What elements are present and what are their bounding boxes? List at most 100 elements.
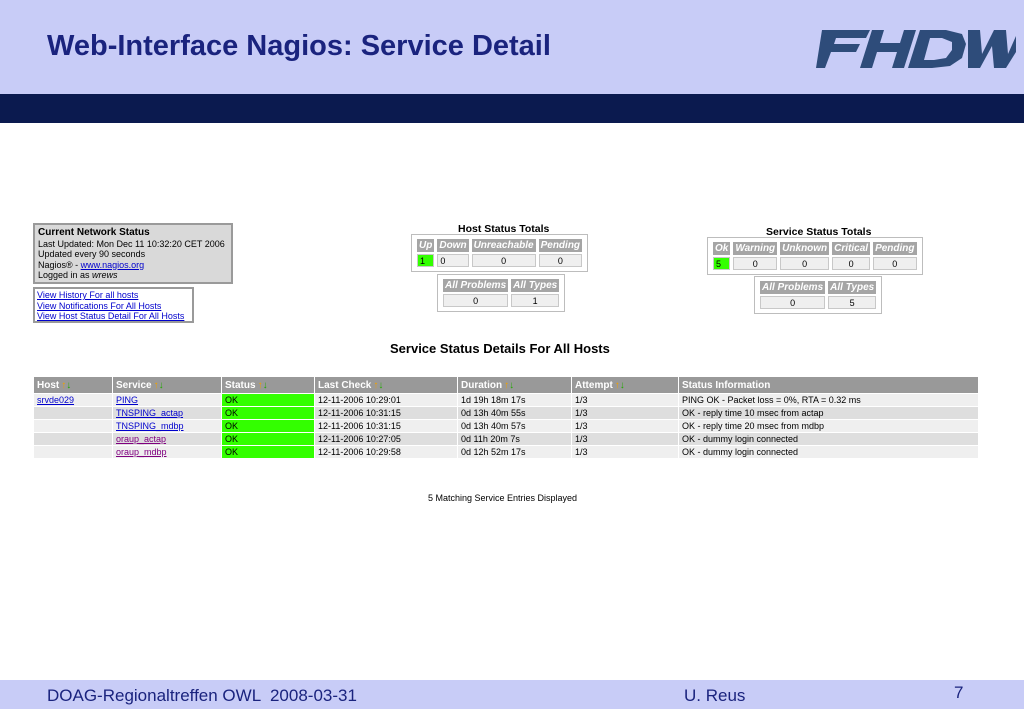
table-row: oraup_mdbp OK 12-11-2006 10:29:58 0d 12h… bbox=[34, 446, 978, 458]
network-status-box: Current Network Status Last Updated: Mon… bbox=[33, 223, 233, 284]
column-header-attempt[interactable]: Attempt ↑↓ bbox=[572, 377, 678, 393]
service-cell[interactable]: TNSPING_actap bbox=[113, 407, 221, 419]
column-header-host[interactable]: Host ↑↓ bbox=[34, 377, 112, 393]
sort-arrows-icon[interactable]: ↑↓ bbox=[61, 380, 71, 391]
attempt-cell: 1/3 bbox=[572, 407, 678, 419]
slide-number: 7 bbox=[954, 683, 964, 702]
service-total-pending-header[interactable]: Pending bbox=[873, 242, 917, 255]
service-details-title: Service Status Details For All Hosts bbox=[390, 341, 610, 356]
sort-arrows-icon[interactable]: ↑↓ bbox=[504, 380, 514, 391]
status-cell: OK bbox=[222, 446, 314, 458]
service-cell[interactable]: oraup_mdbp bbox=[113, 446, 221, 458]
service-cell[interactable]: oraup_actap bbox=[113, 433, 221, 445]
service-link[interactable]: PING bbox=[116, 395, 138, 405]
fhdw-logo bbox=[816, 30, 1016, 68]
last-check-cell: 12-11-2006 10:31:15 bbox=[315, 407, 457, 419]
host-link[interactable]: srvde029 bbox=[37, 395, 74, 405]
status-cell: OK bbox=[222, 433, 314, 445]
service-cell[interactable]: TNSPING_mdbp bbox=[113, 420, 221, 432]
service-link[interactable]: oraup_mdbp bbox=[116, 447, 167, 457]
status-cell: OK bbox=[222, 394, 314, 406]
view-history-link[interactable]: View History For all hosts bbox=[37, 290, 138, 300]
service-total-critical-header[interactable]: Critical bbox=[832, 242, 871, 255]
host-total-unreachable-value: 0 bbox=[471, 254, 536, 267]
last-check-cell: 12-11-2006 10:29:01 bbox=[315, 394, 457, 406]
sort-arrows-icon[interactable]: ↑↓ bbox=[258, 380, 268, 391]
host-cell bbox=[34, 420, 112, 432]
attempt-cell: 1/3 bbox=[572, 420, 678, 432]
matching-entries-count: 5 Matching Service Entries Displayed bbox=[428, 493, 578, 503]
service-link[interactable]: oraup_actap bbox=[116, 434, 166, 444]
column-header-status[interactable]: Status ↑↓ bbox=[222, 377, 314, 393]
table-row: srvde029 PING OK 12-11-2006 10:29:01 1d … bbox=[34, 394, 978, 406]
attempt-cell: 1/3 bbox=[572, 394, 678, 406]
host-total-up-value: 1 bbox=[417, 254, 435, 267]
duration-cell: 0d 12h 52m 17s bbox=[458, 446, 571, 458]
host-total-up-header[interactable]: Up bbox=[417, 239, 435, 252]
service-total-unknown-header[interactable]: Unknown bbox=[780, 242, 830, 255]
host-total-down-header[interactable]: Down bbox=[437, 239, 469, 252]
table-row: TNSPING_actap OK 12-11-2006 10:31:15 0d … bbox=[34, 407, 978, 419]
network-status-heading: Current Network Status bbox=[38, 227, 150, 238]
service-status-totals: Ok Warning Unknown Critical Pending 5 0 … bbox=[707, 237, 923, 275]
service-all-types-header[interactable]: All Types bbox=[828, 281, 877, 294]
service-link[interactable]: TNSPING_mdbp bbox=[116, 421, 184, 431]
service-total-unknown-value: 0 bbox=[780, 257, 830, 270]
host-all-types-value: 1 bbox=[511, 294, 560, 307]
title-bar bbox=[0, 94, 1024, 123]
service-cell[interactable]: PING bbox=[113, 394, 221, 406]
logged-in-line: Logged in as wrews bbox=[38, 270, 228, 281]
service-all-problems-value: 0 bbox=[760, 296, 826, 309]
last-check-cell: 12-11-2006 10:27:05 bbox=[315, 433, 457, 445]
status-information-cell: OK - reply time 20 msec from mdbp bbox=[679, 420, 978, 432]
service-total-ok-header[interactable]: Ok bbox=[713, 242, 731, 255]
table-row: TNSPING_mdbp OK 12-11-2006 10:31:15 0d 1… bbox=[34, 420, 978, 432]
footer-event: DOAG-Regionaltreffen OWL 2008-03-31 bbox=[47, 686, 357, 705]
view-host-status-link[interactable]: View Host Status Detail For All Hosts bbox=[37, 311, 184, 321]
host-status-totals: Up Down Unreachable Pending 1 0 0 0 bbox=[411, 234, 589, 272]
service-all-types-value: 5 bbox=[828, 296, 877, 309]
sort-arrows-icon[interactable]: ↑↓ bbox=[615, 380, 625, 391]
column-header-last-check[interactable]: Last Check ↑↓ bbox=[315, 377, 457, 393]
host-cell bbox=[34, 433, 112, 445]
status-information-cell: OK - reply time 10 msec from actap bbox=[679, 407, 978, 419]
sort-arrows-icon[interactable]: ↑↓ bbox=[373, 380, 383, 391]
status-information-cell: PING OK - Packet loss = 0%, RTA = 0.32 m… bbox=[679, 394, 978, 406]
last-updated: Last Updated: Mon Dec 11 10:32:20 CET 20… bbox=[38, 238, 225, 249]
column-header-service[interactable]: Service ↑↓ bbox=[113, 377, 221, 393]
duration-cell: 0d 13h 40m 57s bbox=[458, 420, 571, 432]
host-total-pending-header[interactable]: Pending bbox=[538, 239, 583, 252]
nagios-link[interactable]: www.nagios.org bbox=[81, 260, 145, 270]
host-all-problems-header[interactable]: All Problems bbox=[443, 279, 509, 292]
status-cell: OK bbox=[222, 420, 314, 432]
last-check-cell: 12-11-2006 10:29:58 bbox=[315, 446, 457, 458]
slide-title: Web-Interface Nagios: Service Detail bbox=[47, 30, 551, 62]
status-cell: OK bbox=[222, 407, 314, 419]
service-total-warning-value: 0 bbox=[733, 257, 778, 270]
host-total-unreachable-header[interactable]: Unreachable bbox=[471, 239, 536, 252]
column-header-duration[interactable]: Duration ↑↓ bbox=[458, 377, 571, 393]
host-cell bbox=[34, 446, 112, 458]
service-total-critical-value: 0 bbox=[832, 257, 871, 270]
update-interval: Updated every 90 seconds bbox=[38, 249, 146, 259]
status-information-cell: OK - dummy login connected bbox=[679, 446, 978, 458]
logged-in-prefix: Logged in as bbox=[38, 270, 93, 280]
attempt-cell: 1/3 bbox=[572, 433, 678, 445]
status-information-cell: OK - dummy login connected bbox=[679, 433, 978, 445]
service-status-table: Host ↑↓ Service ↑↓ Status ↑↓ Last Check ↑↓ D… bbox=[33, 376, 979, 459]
attempt-cell: 1/3 bbox=[572, 446, 678, 458]
sort-arrows-icon[interactable]: ↑↓ bbox=[154, 380, 164, 391]
table-row: oraup_actap OK 12-11-2006 10:27:05 0d 11… bbox=[34, 433, 978, 445]
host-cell[interactable]: srvde029 bbox=[34, 394, 112, 406]
service-all-problems-header[interactable]: All Problems bbox=[760, 281, 826, 294]
service-total-pending-value: 0 bbox=[873, 257, 917, 270]
view-links-box: View History For all hosts View Notifica… bbox=[33, 287, 194, 323]
duration-cell: 1d 19h 18m 17s bbox=[458, 394, 571, 406]
service-link[interactable]: TNSPING_actap bbox=[116, 408, 183, 418]
footer-author: U. Reus bbox=[684, 686, 746, 705]
view-notifications-link[interactable]: View Notifications For All Hosts bbox=[37, 301, 161, 311]
host-all-types-header[interactable]: All Types bbox=[511, 279, 560, 292]
service-total-warning-header[interactable]: Warning bbox=[733, 242, 778, 255]
service-total-ok-value: 5 bbox=[713, 257, 731, 270]
logged-in-user: wrews bbox=[92, 270, 118, 280]
